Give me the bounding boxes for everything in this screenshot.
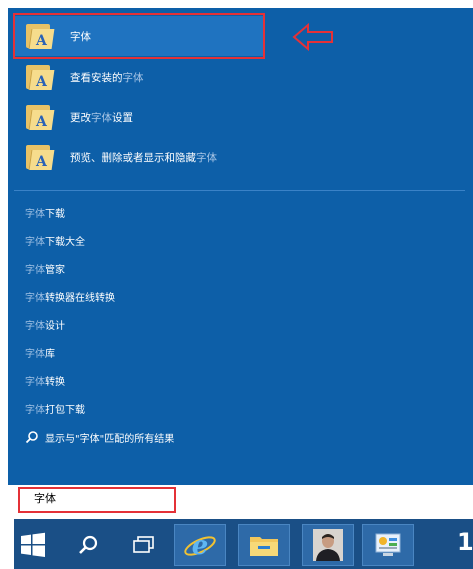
- annotation-highlight-box: [13, 13, 265, 59]
- annotation-arrow-icon: [292, 22, 333, 52]
- section-divider: [14, 190, 465, 191]
- search-input[interactable]: 字体: [34, 490, 56, 506]
- app-result-label: 更改字体设置: [70, 111, 133, 124]
- folder-font-icon: A: [24, 62, 55, 92]
- web-suggestion[interactable]: 字体 下载: [25, 202, 65, 222]
- web-suggestion[interactable]: 字体库: [25, 342, 55, 362]
- file-explorer-icon: [250, 537, 278, 556]
- app-result-view-installed-fonts[interactable]: A 查看安装的字体: [14, 58, 264, 96]
- app-result-preview-fonts[interactable]: A 预览、删除或者显示和隐藏字体: [14, 138, 264, 176]
- svg-text:e: e: [192, 531, 209, 561]
- taskbar-edge-text: 1: [457, 528, 473, 556]
- web-suggestion[interactable]: 字体 转换: [25, 370, 65, 390]
- taskbar-user-app[interactable]: [302, 524, 354, 566]
- user-photo: [313, 529, 343, 561]
- search-icon: [25, 431, 38, 444]
- web-suggestion[interactable]: 字体 设计: [25, 314, 65, 334]
- windows-start-icon: [21, 532, 45, 557]
- ie-icon: e: [184, 531, 216, 561]
- app-result-label: 预览、删除或者显示和隐藏字体: [70, 151, 217, 164]
- taskbar-file-explorer[interactable]: [238, 524, 290, 566]
- web-suggestion[interactable]: 字体 下载大全: [25, 230, 85, 250]
- show-all-results[interactable]: 显示与"字体"匹配的所有结果: [25, 427, 174, 447]
- folder-font-icon: A: [24, 102, 55, 132]
- taskbar-control-panel[interactable]: [362, 524, 414, 566]
- web-suggestion[interactable]: 字体 转换器在线转换: [25, 286, 115, 306]
- taskbar-search-button[interactable]: [70, 524, 106, 566]
- task-view-icon: [133, 536, 154, 553]
- app-result-label: 查看安装的字体: [70, 71, 144, 84]
- search-icon: [79, 535, 98, 554]
- web-suggestion[interactable]: 字体 打包下载: [25, 398, 85, 418]
- web-suggestion[interactable]: 字体 管家: [25, 258, 65, 278]
- taskbar-internet-explorer[interactable]: e: [174, 524, 226, 566]
- task-view-button[interactable]: [126, 524, 162, 566]
- folder-font-icon: A: [24, 142, 55, 172]
- app-result-change-font-settings[interactable]: A 更改字体设置: [14, 98, 264, 136]
- control-panel-icon: [375, 533, 401, 556]
- start-button[interactable]: [14, 524, 52, 566]
- show-all-results-label: 显示与"字体"匹配的所有结果: [45, 433, 175, 445]
